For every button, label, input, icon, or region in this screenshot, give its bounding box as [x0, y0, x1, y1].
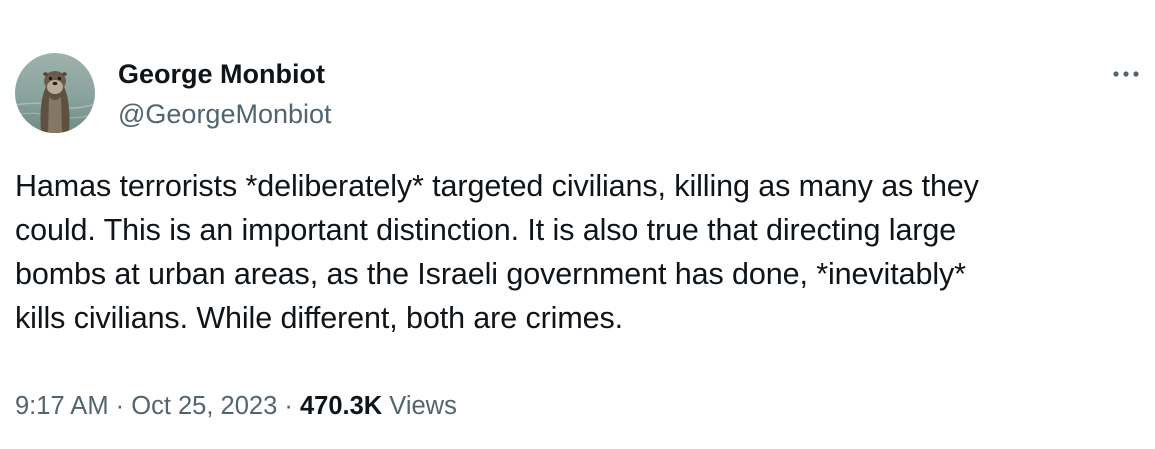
- meta-separator: ·: [115, 392, 125, 420]
- tweet-time[interactable]: 9:17 AM: [15, 392, 109, 420]
- views-label: Views: [389, 392, 457, 420]
- otter-avatar-image: [15, 53, 95, 133]
- more-horizontal-icon: [1113, 71, 1139, 77]
- meta-separator: ·: [284, 392, 293, 420]
- tweet-date[interactable]: Oct 25, 2023: [131, 392, 277, 420]
- tweet-meta: 9:17 AM · Oct 25, 2023 · 470.3K Views: [15, 386, 457, 426]
- author-display-name[interactable]: George Monbiot: [118, 58, 332, 90]
- more-options-button[interactable]: [1108, 60, 1144, 88]
- author-avatar[interactable]: [15, 53, 95, 133]
- tweet-text: Hamas terrorists *deliberately* targeted…: [15, 164, 1140, 340]
- tweet-text-line: Hamas terrorists *deliberately* targeted…: [15, 169, 979, 203]
- author-block: George Monbiot @GeorgeMonbiot: [118, 58, 332, 130]
- author-handle[interactable]: @GeorgeMonbiot: [118, 98, 332, 130]
- tweet-text-line: could. This is an important distinction.…: [15, 213, 957, 247]
- tweet-text-line: bombs at urban areas, as the Israeli gov…: [15, 257, 966, 291]
- views-count: 470.3K: [299, 392, 383, 420]
- tweet-card: George Monbiot @GeorgeMonbiot Hamas terr…: [0, 0, 1155, 449]
- tweet-text-line: kills civilians. While different, both a…: [15, 301, 624, 335]
